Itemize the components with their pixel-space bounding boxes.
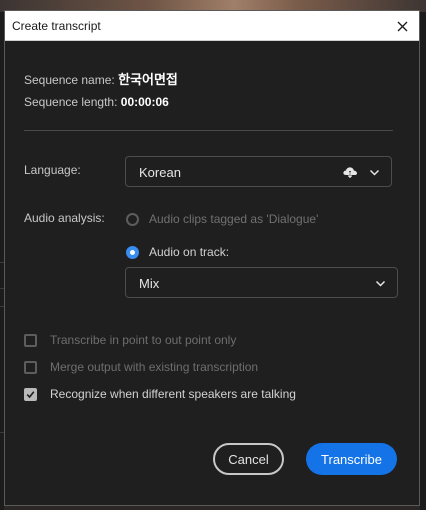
checkbox-unchecked[interactable] [24, 360, 37, 374]
create-transcript-dialog: Create transcript Sequence name: 한국어면접 S… [4, 10, 420, 506]
checkmark-icon [26, 390, 35, 398]
radio-dialogue-clips-label: Audio clips tagged as 'Dialogue' [149, 212, 319, 226]
checkbox-recognize-speakers[interactable]: Recognize when different speakers are ta… [24, 386, 296, 402]
checkbox-merge-output-label: Merge output with existing transcription [50, 360, 259, 374]
language-dropdown[interactable]: Korean [125, 156, 392, 187]
close-icon [397, 21, 407, 31]
language-label: Language: [24, 163, 81, 177]
sequence-name-label: Sequence name: [24, 73, 115, 87]
radio-audio-on-track-label: Audio on track: [149, 245, 230, 259]
radio-audio-on-track[interactable]: Audio on track: [126, 244, 229, 260]
dialog-titlebar: Create transcript [5, 11, 419, 41]
checkbox-in-out-only-label: Transcribe in point to out point only [50, 333, 237, 347]
radio-button-unselected[interactable] [126, 212, 139, 226]
radio-dialogue-clips[interactable]: Audio clips tagged as 'Dialogue' [126, 211, 318, 227]
divider [24, 130, 393, 131]
chevron-down-icon [375, 280, 386, 287]
radio-button-selected[interactable] [126, 245, 139, 259]
sequence-length-row: Sequence length: 00:00:06 [24, 95, 169, 109]
dialog-title: Create transcript [12, 19, 101, 33]
audio-analysis-label: Audio analysis: [24, 211, 105, 225]
cancel-button[interactable]: Cancel [213, 443, 284, 475]
checkbox-merge-output[interactable]: Merge output with existing transcription [24, 359, 258, 375]
sequence-name-row: Sequence name: 한국어면접 [24, 69, 178, 88]
language-selected-value: Korean [139, 165, 181, 180]
sequence-length-label: Sequence length: [24, 95, 118, 109]
checkbox-in-out-only[interactable]: Transcribe in point to out point only [24, 332, 236, 348]
sequence-name-value: 한국어면접 [118, 72, 178, 87]
chevron-down-icon [369, 169, 380, 176]
checkbox-checked[interactable] [24, 387, 37, 401]
transcribe-button[interactable]: Transcribe [306, 443, 397, 475]
checkbox-recognize-speakers-label: Recognize when different speakers are ta… [50, 387, 296, 401]
background-panel-edge [420, 12, 426, 510]
checkbox-unchecked[interactable] [24, 333, 37, 347]
audio-track-selected-value: Mix [139, 276, 160, 291]
sequence-length-value: 00:00:06 [120, 95, 169, 109]
cloud-download-icon[interactable] [342, 164, 358, 180]
audio-track-dropdown[interactable]: Mix [125, 267, 398, 298]
close-button[interactable] [389, 14, 415, 38]
